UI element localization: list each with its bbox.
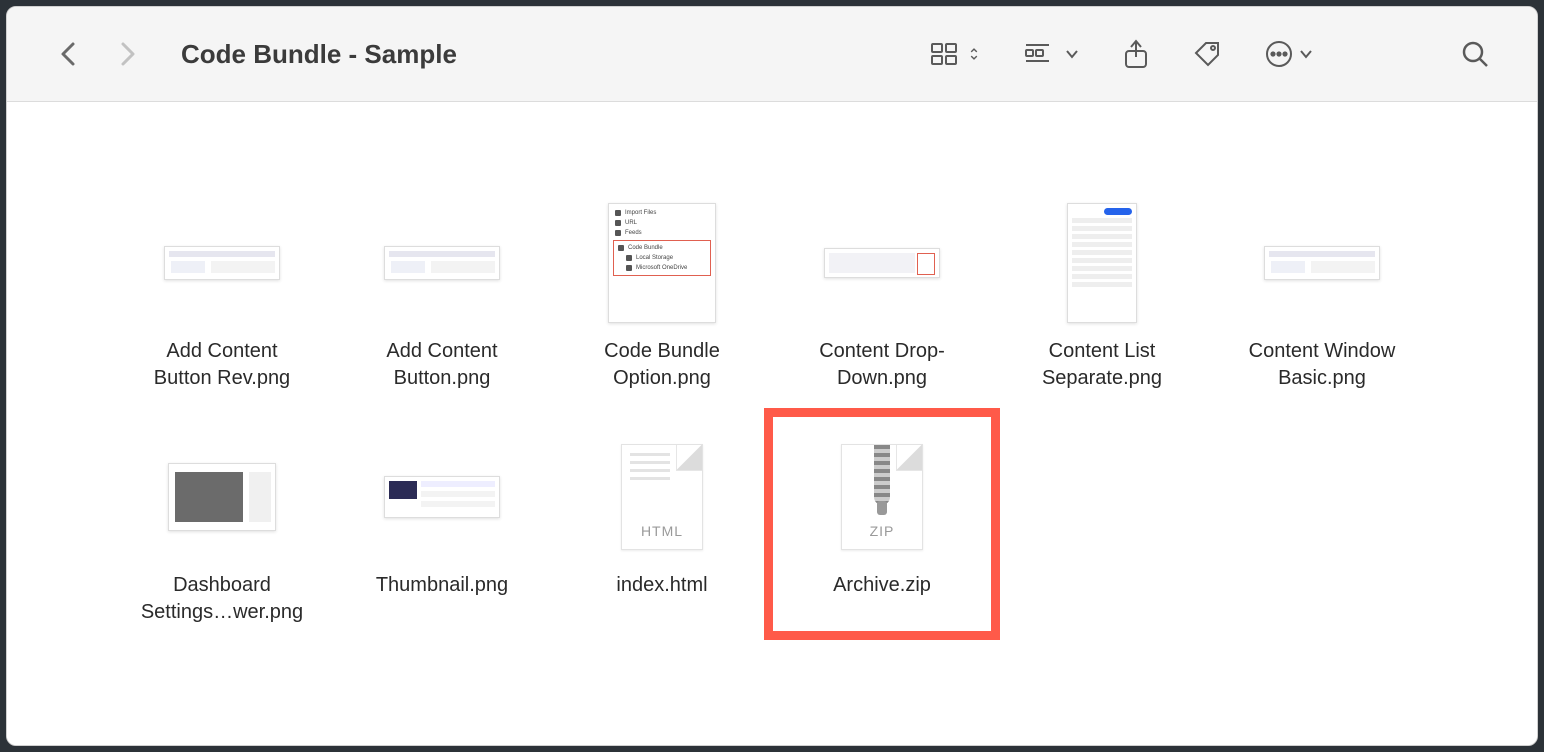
file-item[interactable]: Content Window Basic.png bbox=[1212, 182, 1432, 398]
file-thumbnail bbox=[164, 246, 280, 280]
file-thumbnail bbox=[384, 246, 500, 280]
file-item[interactable]: Content List Separate.png bbox=[992, 182, 1212, 398]
forward-button[interactable] bbox=[109, 36, 145, 72]
file-label: Content Drop- Down.png bbox=[819, 338, 945, 392]
file-thumbnail: ZIP bbox=[841, 444, 923, 550]
file-thumbnail bbox=[384, 476, 500, 518]
toolbar-actions bbox=[931, 39, 1489, 69]
file-item[interactable]: HTML index.html bbox=[552, 416, 772, 632]
file-thumbnail bbox=[1264, 246, 1380, 280]
finder-window: Code Bundle - Sample bbox=[6, 6, 1538, 746]
file-thumbnail: HTML bbox=[621, 444, 703, 550]
file-label: Archive.zip bbox=[833, 572, 931, 599]
more-actions-button[interactable] bbox=[1265, 40, 1313, 68]
file-label: Add Content Button.png bbox=[386, 338, 497, 392]
file-label: Add Content Button Rev.png bbox=[154, 338, 290, 392]
toolbar: Code Bundle - Sample bbox=[7, 7, 1537, 102]
file-thumbnail bbox=[1067, 203, 1137, 323]
file-item[interactable]: Import FilesURLFeedsCode BundleLocal Sto… bbox=[552, 182, 772, 398]
file-label: Content List Separate.png bbox=[1042, 338, 1162, 392]
file-thumbnail: Import FilesURLFeedsCode BundleLocal Sto… bbox=[608, 203, 716, 323]
window-title: Code Bundle - Sample bbox=[181, 39, 457, 70]
tags-button[interactable] bbox=[1193, 40, 1221, 68]
file-item[interactable]: Dashboard Settings…wer.png bbox=[112, 416, 332, 632]
back-button[interactable] bbox=[51, 36, 87, 72]
file-item[interactable]: Add Content Button Rev.png bbox=[112, 182, 332, 398]
file-thumbnail bbox=[168, 463, 276, 531]
file-item[interactable]: Content Drop- Down.png bbox=[772, 182, 992, 398]
file-label: index.html bbox=[616, 572, 707, 599]
file-label: Code Bundle Option.png bbox=[604, 338, 720, 392]
file-item[interactable]: Thumbnail.png bbox=[332, 416, 552, 632]
search-button[interactable] bbox=[1461, 40, 1489, 68]
file-label: Content Window Basic.png bbox=[1249, 338, 1396, 392]
file-label: Dashboard Settings…wer.png bbox=[141, 572, 303, 626]
view-mode-button[interactable] bbox=[931, 42, 981, 66]
file-grid-area: Add Content Button Rev.png Add Content Bu… bbox=[7, 102, 1537, 745]
share-button[interactable] bbox=[1123, 39, 1149, 69]
file-item[interactable]: ZIP Archive.zip bbox=[772, 416, 992, 632]
file-label: Thumbnail.png bbox=[376, 572, 508, 599]
file-thumbnail bbox=[824, 248, 940, 278]
group-by-button[interactable] bbox=[1025, 42, 1079, 66]
file-item[interactable]: Add Content Button.png bbox=[332, 182, 552, 398]
